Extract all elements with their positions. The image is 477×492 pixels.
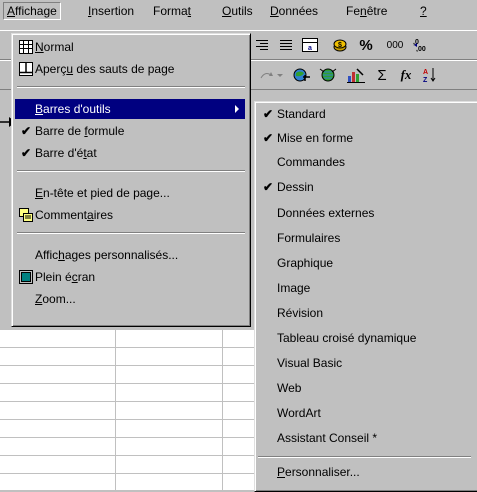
menu-separator (17, 232, 245, 234)
menu-item-formula-bar[interactable]: ✔ Barre de formule (15, 121, 245, 141)
svg-text:$: $ (338, 42, 342, 49)
menu-affichage[interactable]: Affichage (3, 2, 61, 20)
submenu-item-drawing[interactable]: ✔ Dessin (257, 177, 476, 197)
submenu-item-control-toolbox[interactable]: Commandes (257, 152, 476, 172)
menu-item-status-bar[interactable]: ✔ Barre d'état (15, 143, 245, 163)
menu-outils[interactable]: Outils (222, 3, 253, 19)
merge-center-icon[interactable]: a (300, 36, 320, 54)
page-break-preview-icon (19, 62, 33, 76)
autosum-button[interactable]: Σ (372, 66, 392, 84)
submenu-item-formatting[interactable]: ✔ Mise en forme (257, 128, 476, 148)
submenu-item-web[interactable]: Web (257, 378, 476, 398)
submenu-item-standard[interactable]: ✔ Standard (257, 104, 476, 124)
submenu-item-visual-basic[interactable]: Visual Basic (257, 353, 476, 373)
submenu-item-customize[interactable]: Personnaliser... (257, 462, 476, 482)
menu-insertion[interactable]: Insertion (88, 3, 134, 19)
check-icon: ✔ (262, 180, 274, 194)
submenu-item-chart[interactable]: Graphique (257, 253, 476, 273)
menu-donnees[interactable]: Données (270, 3, 318, 19)
menu-item-comments[interactable]: Commentaires (15, 205, 245, 225)
menu-separator (17, 170, 245, 172)
normal-view-icon (19, 40, 33, 54)
submenu-arrow-icon (235, 105, 239, 113)
check-icon: ✔ (262, 131, 274, 145)
currency-icon[interactable]: $ (330, 36, 350, 54)
menu-item-custom-views[interactable]: Affichages personnalisés... (15, 245, 245, 265)
hyperlink-icon[interactable] (292, 66, 312, 84)
submenu-item-wordart[interactable]: WordArt (257, 403, 476, 423)
check-icon: ✔ (20, 124, 32, 138)
chart-wizard-icon[interactable] (346, 66, 366, 84)
justify-icon[interactable] (276, 36, 296, 54)
svg-text:A: A (423, 69, 428, 76)
toolbars-submenu: ✔ Standard ✔ Mise en forme Commandes ✔ D… (254, 101, 477, 492)
menu-item-toolbars[interactable]: Barres d'outils (15, 99, 245, 119)
thousands-separator-button[interactable]: 000 (382, 36, 408, 54)
submenu-item-external-data[interactable]: Données externes (257, 203, 476, 223)
menu-item-page-break-preview[interactable]: Aperçu des sauts de page (15, 59, 245, 79)
align-right-icon[interactable] (252, 36, 272, 54)
svg-text:a: a (308, 45, 312, 52)
worksheet-grid[interactable] (0, 330, 255, 490)
submenu-item-reviewing[interactable]: Révision (257, 303, 476, 323)
menu-fenetre[interactable]: Fenêtre (346, 3, 387, 19)
comments-icon (19, 208, 33, 222)
sort-ascending-icon[interactable]: AZ (420, 66, 440, 84)
menu-separator (258, 456, 471, 458)
svg-text:Z: Z (423, 77, 428, 83)
svg-text:,00: ,00 (416, 46, 426, 52)
menu-separator (17, 86, 245, 88)
submenu-item-office-assistant[interactable]: Assistant Conseil * (257, 428, 476, 448)
paste-function-button[interactable]: fx (396, 66, 416, 84)
submenu-item-pivot-table[interactable]: Tableau croisé dynamique (257, 328, 476, 348)
full-screen-icon (19, 270, 33, 284)
menu-bar: Affichage Insertion Format Outils Donnée… (0, 0, 477, 21)
menu-item-zoom[interactable]: Zoom... (15, 289, 245, 309)
menu-aide[interactable]: ? (420, 3, 427, 19)
percent-style-button[interactable]: % (356, 36, 376, 54)
menu-item-normal[interactable]: Normal (15, 37, 245, 57)
check-icon: ✔ (20, 146, 32, 160)
submenu-item-forms[interactable]: Formulaires (257, 228, 476, 248)
menu-item-header-footer[interactable]: En-tête et pied de page... (15, 183, 245, 203)
redo-icon[interactable] (256, 66, 286, 84)
menu-item-full-screen[interactable]: Plein écran (15, 267, 245, 287)
check-icon: ✔ (262, 107, 274, 121)
submenu-item-picture[interactable]: Image (257, 278, 476, 298)
menu-format[interactable]: Format (153, 3, 191, 19)
web-toolbar-icon[interactable] (318, 66, 338, 84)
increase-decimal-icon[interactable]: ,0,00 (412, 36, 432, 54)
view-menu: Normal Aperçu des sauts de page Barres d… (11, 33, 251, 327)
